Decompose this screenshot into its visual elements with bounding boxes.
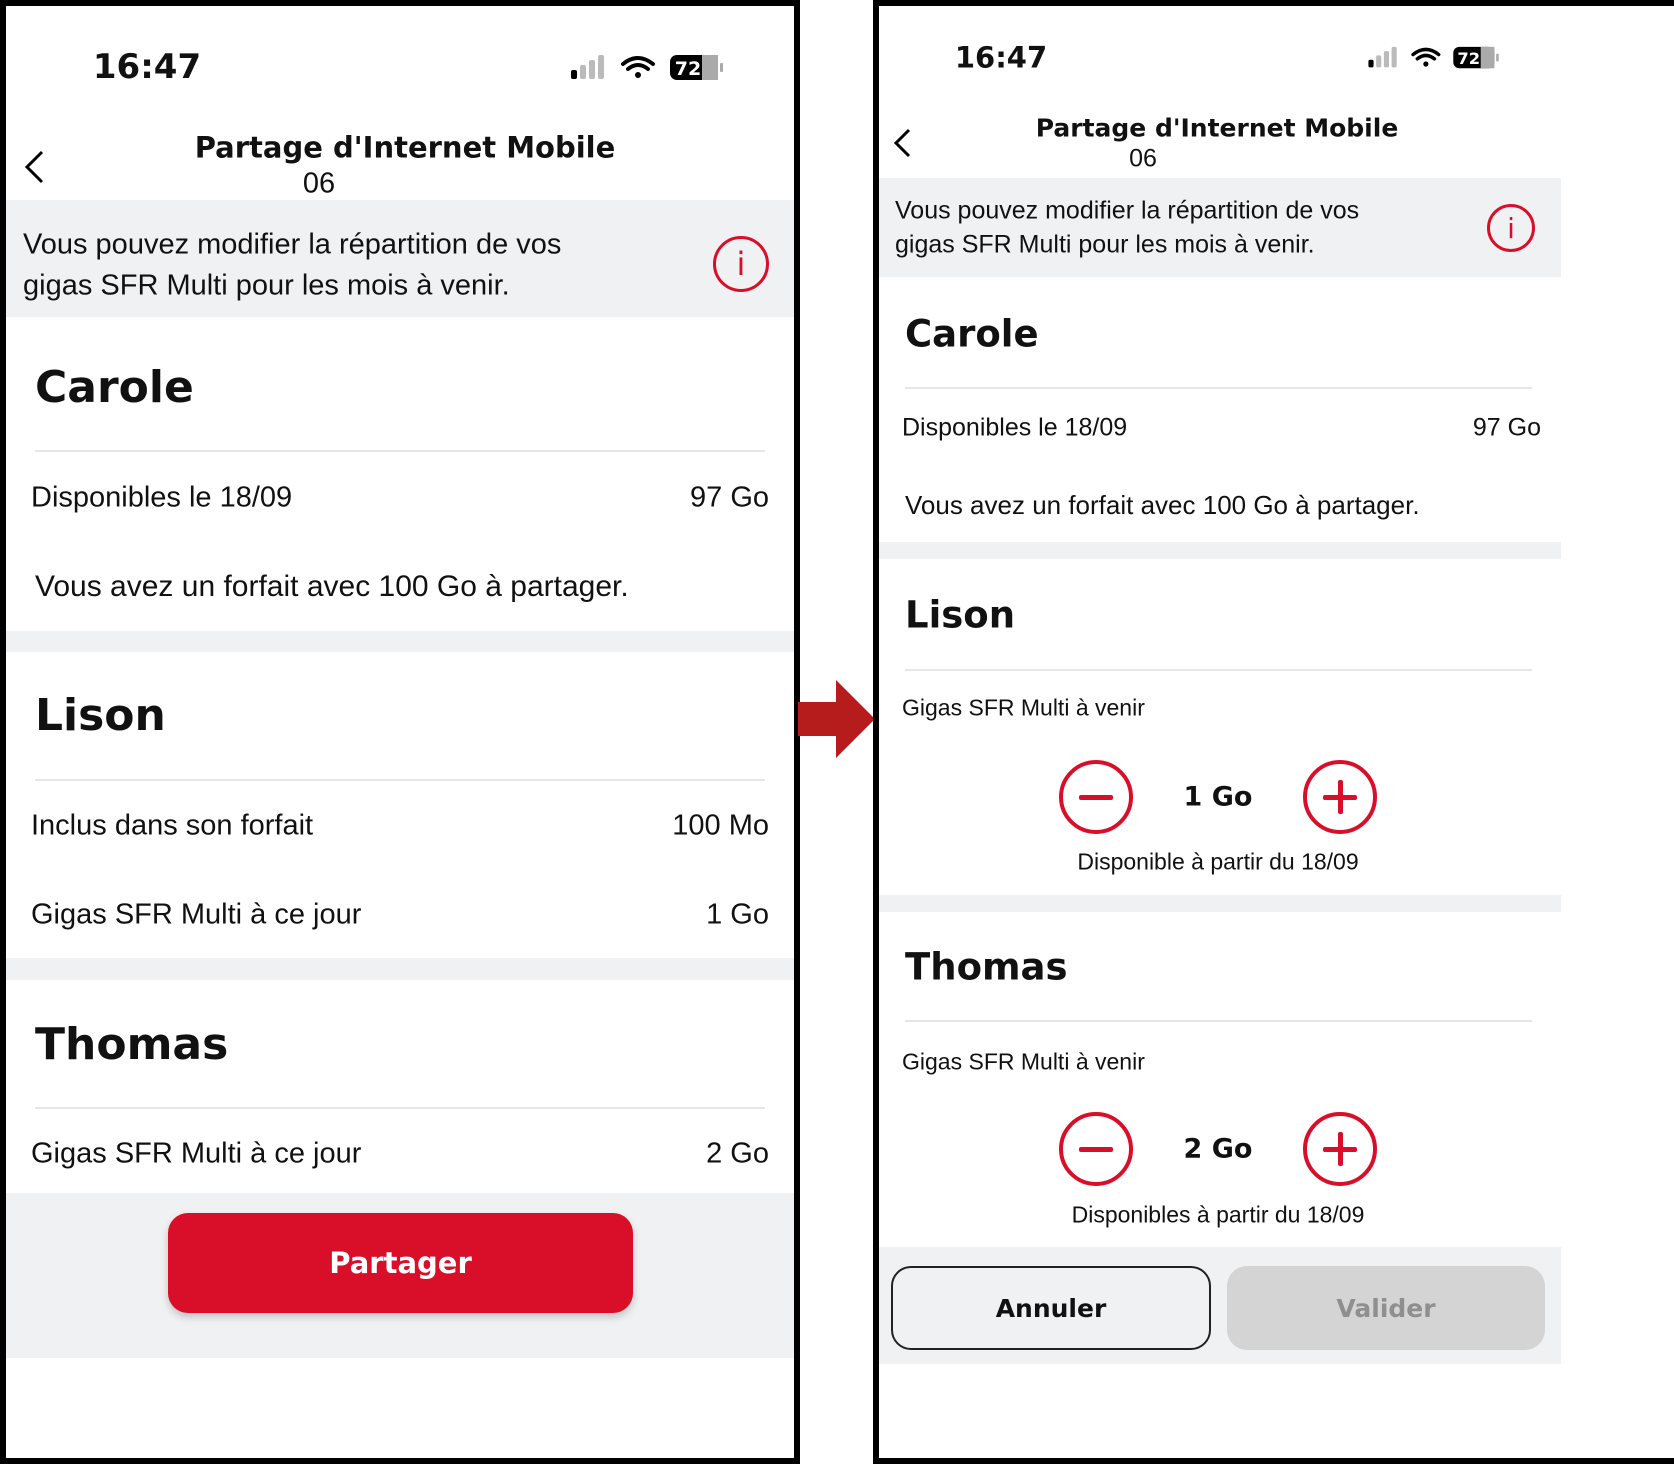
carole-available-label: Disponibles le 18/09 <box>902 413 1128 442</box>
info-icon[interactable]: i <box>1487 204 1535 252</box>
share-button[interactable]: Partager <box>168 1213 633 1313</box>
member-name-thomas: Thomas <box>35 1019 229 1070</box>
carole-available-value: 97 Go <box>1472 413 1541 442</box>
status-time: 16:47 <box>954 40 1048 75</box>
carole-available-label: Disponibles le 18/09 <box>31 481 293 514</box>
chevron-left-icon <box>24 150 44 184</box>
back-button[interactable] <box>22 149 48 190</box>
battery-icon: 72 <box>670 55 723 80</box>
plus-icon-vertical <box>1337 780 1343 814</box>
battery-icon: 72 <box>1453 46 1499 69</box>
validate-button[interactable]: Valider <box>1227 1266 1545 1350</box>
page-title: Partage d'Internet Mobile <box>1035 113 1399 143</box>
status-time: 16:47 <box>92 47 202 87</box>
lison-increase-button[interactable] <box>1303 760 1377 834</box>
thomas-gigas-value: 2 Go <box>706 1137 769 1170</box>
minus-icon <box>1079 1146 1113 1152</box>
member-name-carole: Carole <box>35 362 194 413</box>
lison-gigas-label: Gigas SFR Multi à ce jour <box>31 898 362 931</box>
carole-plan-note: Vous avez un forfait avec 100 Go à parta… <box>35 570 629 603</box>
cancel-button[interactable]: Annuler <box>891 1266 1211 1350</box>
chevron-left-icon <box>893 128 911 158</box>
member-name-lison: Lison <box>35 690 166 741</box>
phone-screen-before: 16:47 72 Partage d'Internet Mobile 06 Vo… <box>0 0 800 1464</box>
lison-gigas-value: 1 Go <box>706 898 769 931</box>
info-banner <box>879 178 1561 277</box>
status-icons: 72 <box>571 54 731 82</box>
divider <box>905 387 1532 389</box>
info-icon[interactable]: i <box>713 236 769 292</box>
carole-available-value: 97 Go <box>690 481 769 514</box>
section-separator <box>879 542 1561 559</box>
section-separator <box>6 958 794 980</box>
carole-plan-note: Vous avez un forfait avec 100 Go à parta… <box>905 490 1420 520</box>
divider <box>905 1020 1532 1022</box>
wifi-icon <box>621 56 655 78</box>
thomas-gigas-label: Gigas SFR Multi à ce jour <box>31 1137 362 1170</box>
signal-icon <box>571 55 604 79</box>
section-separator <box>879 895 1561 912</box>
thomas-availability: Disponibles à partir du 18/09 <box>1071 1201 1365 1228</box>
info-text-line2: gigas SFR Multi pour les mois à venir. <box>23 269 510 302</box>
thomas-increase-button[interactable] <box>1303 1112 1377 1186</box>
divider <box>35 1107 765 1109</box>
plus-icon-vertical <box>1337 1132 1343 1166</box>
info-text-line1: Vous pouvez modifier la répartition de v… <box>23 228 562 261</box>
lison-gigas-value: 1 Go <box>1183 781 1253 813</box>
minus-icon <box>1079 794 1113 800</box>
back-button[interactable] <box>891 127 915 164</box>
info-text-line2: gigas SFR Multi pour les mois à venir. <box>895 230 1315 259</box>
member-name-thomas: Thomas <box>905 945 1068 989</box>
page-subtitle: 06 <box>302 167 336 200</box>
thomas-gigas-label: Gigas SFR Multi à venir <box>902 1048 1145 1075</box>
signal-icon <box>1368 46 1397 68</box>
divider <box>905 669 1532 671</box>
info-text-line1: Vous pouvez modifier la répartition de v… <box>895 196 1360 225</box>
wifi-icon <box>1411 47 1441 67</box>
status-icons: 72 <box>1367 46 1507 70</box>
lison-availability: Disponible à partir du 18/09 <box>1077 848 1359 875</box>
divider <box>35 450 765 452</box>
thomas-decrease-button[interactable] <box>1059 1112 1133 1186</box>
section-separator <box>6 631 794 652</box>
divider <box>35 779 765 781</box>
svg-text:72: 72 <box>1457 49 1480 68</box>
member-name-lison: Lison <box>905 593 1016 637</box>
phone-screen-after: 16:47 72 Partage d'Internet Mobile 06 Vo… <box>873 0 1674 1464</box>
lison-included-label: Inclus dans son forfait <box>31 809 314 842</box>
thomas-gigas-value: 2 Go <box>1183 1133 1253 1165</box>
transition-arrow-icon <box>798 680 876 763</box>
page-title: Partage d'Internet Mobile <box>194 130 616 165</box>
lison-decrease-button[interactable] <box>1059 760 1133 834</box>
member-name-carole: Carole <box>905 312 1039 356</box>
lison-included-value: 100 Mo <box>672 809 769 842</box>
page-subtitle: 06 <box>1129 144 1157 173</box>
lison-gigas-label: Gigas SFR Multi à venir <box>902 694 1145 721</box>
svg-text:72: 72 <box>675 58 701 80</box>
